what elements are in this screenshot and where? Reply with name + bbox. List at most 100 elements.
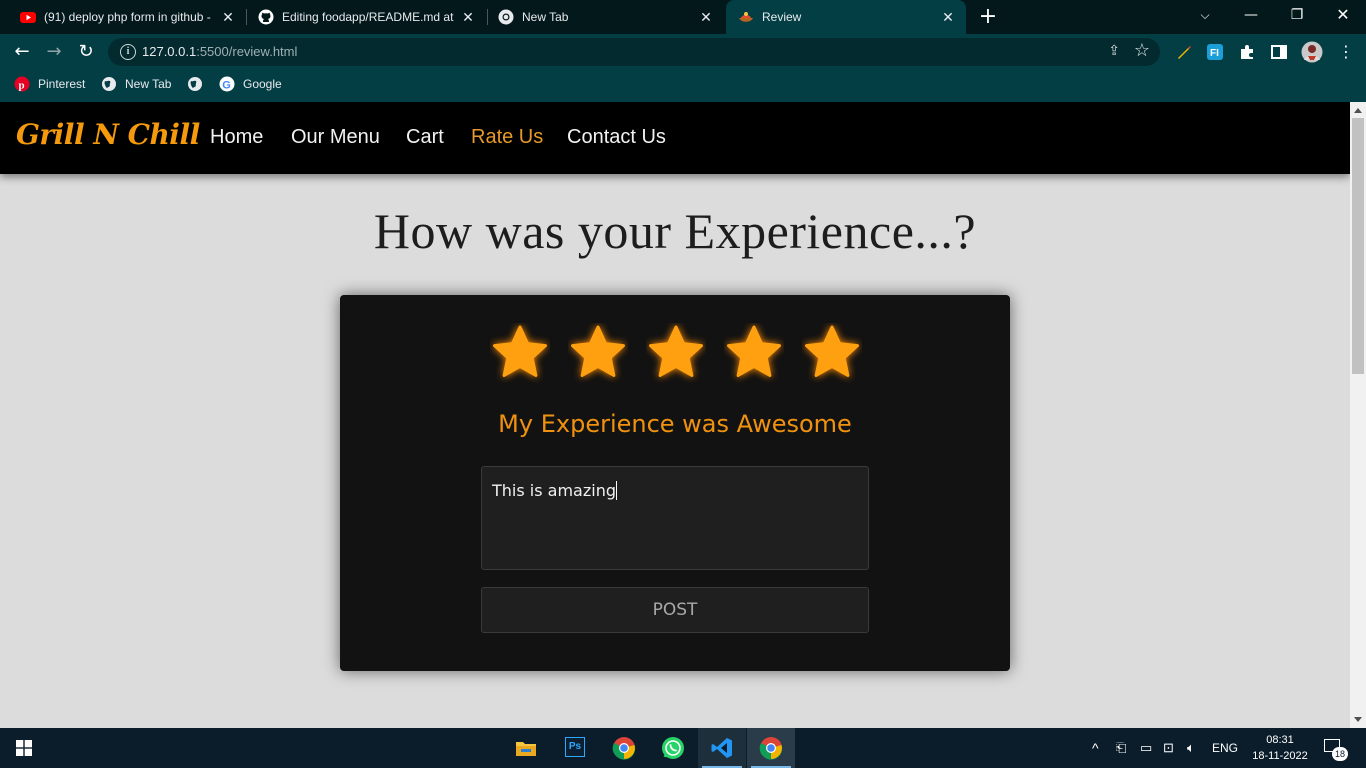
battery-icon[interactable]: ▭ (1140, 728, 1152, 768)
vscode-icon (711, 738, 732, 758)
reload-icon[interactable]: ↻ (74, 40, 98, 64)
nav-home[interactable]: Home (210, 126, 263, 149)
bookmark-star-icon[interactable]: ☆ (1134, 40, 1150, 61)
bookmark-label: New Tab (125, 77, 172, 91)
network-icon[interactable]: ⊡ (1163, 728, 1174, 768)
star-icon[interactable] (490, 323, 550, 383)
svg-text:FI: FI (1210, 48, 1219, 59)
scrollbar-thumb[interactable] (1352, 118, 1364, 374)
omnibox[interactable]: i 127.0.0.1:5500/review.html ⇪ ☆ (108, 38, 1160, 66)
share-icon[interactable]: ⇪ (1108, 43, 1120, 59)
pinterest-icon: p (14, 76, 30, 92)
bookmark-pinterest[interactable]: p Pinterest (14, 70, 85, 98)
tab-title: Review (762, 10, 802, 24)
site-favicon (739, 12, 753, 22)
scroll-down-icon[interactable] (1354, 717, 1362, 722)
svg-text:p: p (19, 80, 25, 92)
url-host: 127.0.0.1 (142, 44, 197, 59)
tab-review[interactable]: Review ✕ (726, 0, 966, 34)
taskbar-chrome-active[interactable] (747, 728, 795, 768)
pen-extension-icon[interactable] (1175, 43, 1193, 61)
new-tab-button[interactable]: + (976, 4, 1000, 30)
site-logo[interactable]: Grill N Chill (16, 118, 200, 151)
close-window-button[interactable]: ✕ (1320, 0, 1366, 30)
bookmark-google[interactable]: G Google (219, 70, 282, 98)
side-panel-icon[interactable] (1270, 43, 1288, 61)
clock-time: 08:31 (1266, 734, 1294, 746)
whatsapp-icon (662, 737, 684, 759)
google-icon: G (219, 76, 235, 92)
star-icon[interactable] (568, 323, 628, 383)
chrome-icon (498, 9, 514, 25)
star-rating (490, 323, 860, 385)
restore-button[interactable]: ❐ (1274, 0, 1320, 30)
tab-strip: (91) deploy php form in github - ✕ Editi… (0, 0, 1366, 34)
close-tab-icon[interactable]: ✕ (938, 9, 958, 26)
scroll-up-icon[interactable] (1354, 108, 1362, 113)
system-clock[interactable]: 08:31 18-11-2022 (1250, 732, 1310, 764)
meet-now-icon[interactable]: ⎗ (1116, 728, 1126, 768)
page-viewport: Grill N Chill Home Our Menu Cart Rate Us… (0, 102, 1350, 728)
clock-date: 18-11-2022 (1252, 750, 1308, 762)
close-tab-icon[interactable]: ✕ (458, 9, 478, 26)
windows-start-icon[interactable] (16, 740, 32, 756)
menu-kebab-icon[interactable]: ⋮ (1334, 40, 1358, 64)
bookmark-globe[interactable] (187, 70, 211, 98)
star-icon[interactable] (802, 323, 862, 383)
url-text[interactable]: 127.0.0.1:5500/review.html (142, 44, 297, 59)
globe-icon (102, 77, 116, 91)
svg-text:G: G (222, 79, 231, 91)
tab-title: Editing foodapp/README.md at (282, 10, 454, 24)
nav-rate-us[interactable]: Rate Us (471, 126, 543, 149)
post-button[interactable]: POST (481, 587, 869, 633)
chrome-icon (759, 737, 783, 760)
taskbar-chrome[interactable] (600, 728, 648, 768)
site-info-icon[interactable]: i (120, 44, 136, 60)
taskbar-vscode[interactable] (698, 728, 746, 768)
bookmarks-bar: p Pinterest New Tab G Google (0, 70, 1366, 102)
forward-icon[interactable]: → (42, 40, 66, 64)
site-navbar: Grill N Chill Home Our Menu Cart Rate Us… (0, 102, 1350, 174)
volume-icon[interactable]: 🔈︎ (1187, 728, 1195, 768)
close-tab-icon[interactable]: ✕ (218, 9, 238, 26)
bookmark-label: Google (243, 77, 282, 91)
page-scrollbar[interactable] (1350, 102, 1366, 728)
extension-fi-icon[interactable]: FI (1206, 43, 1224, 61)
tab-title: New Tab (522, 10, 569, 24)
globe-icon (188, 77, 202, 91)
show-hidden-icons[interactable]: ^ (1092, 728, 1099, 768)
file-explorer-icon (516, 742, 536, 756)
bookmark-label: Pinterest (38, 77, 86, 91)
toolbar: ← → ↻ i 127.0.0.1:5500/review.html ⇪ ☆ F… (0, 34, 1366, 70)
youtube-icon (20, 12, 36, 23)
taskbar-photoshop[interactable]: Ps (551, 728, 599, 768)
bookmark-new-tab[interactable]: New Tab (101, 70, 171, 98)
review-text: This is amazing (492, 481, 616, 500)
nav-contact-us[interactable]: Contact Us (567, 126, 666, 149)
url-path: :5500/review.html (196, 44, 298, 59)
photoshop-icon: Ps (565, 737, 585, 757)
tab-new-tab[interactable]: New Tab ✕ (478, 0, 724, 34)
tab-search-icon[interactable]: ⌵ (1182, 0, 1228, 30)
tab-youtube[interactable]: (91) deploy php form in github - ✕ (0, 0, 246, 34)
windows-taskbar: Ps ^ ⎗ ▭ ⊡ 🔈︎ ENG 08:31 18-11-2022 18 (0, 728, 1366, 768)
star-icon[interactable] (646, 323, 706, 383)
taskbar-file-explorer[interactable] (502, 728, 550, 768)
extensions-puzzle-icon[interactable] (1238, 43, 1256, 61)
review-textarea[interactable]: This is amazing (481, 466, 869, 570)
github-icon (258, 9, 274, 25)
star-icon[interactable] (724, 323, 784, 383)
language-indicator[interactable]: ENG (1212, 728, 1238, 768)
review-card: My Experience was Awesome This is amazin… (340, 295, 1010, 671)
minimize-button[interactable]: — (1228, 0, 1274, 30)
profile-avatar[interactable] (1301, 41, 1323, 63)
tab-title: (91) deploy php form in github - (44, 10, 211, 24)
close-tab-icon[interactable]: ✕ (696, 9, 716, 26)
tab-github[interactable]: Editing foodapp/README.md at ✕ (238, 0, 486, 34)
back-icon[interactable]: ← (10, 40, 34, 64)
page-title: How was your Experience...? (373, 203, 977, 259)
nav-our-menu[interactable]: Our Menu (291, 126, 380, 149)
taskbar-whatsapp[interactable] (649, 728, 697, 768)
notification-badge: 18 (1332, 747, 1348, 761)
nav-cart[interactable]: Cart (406, 126, 444, 149)
